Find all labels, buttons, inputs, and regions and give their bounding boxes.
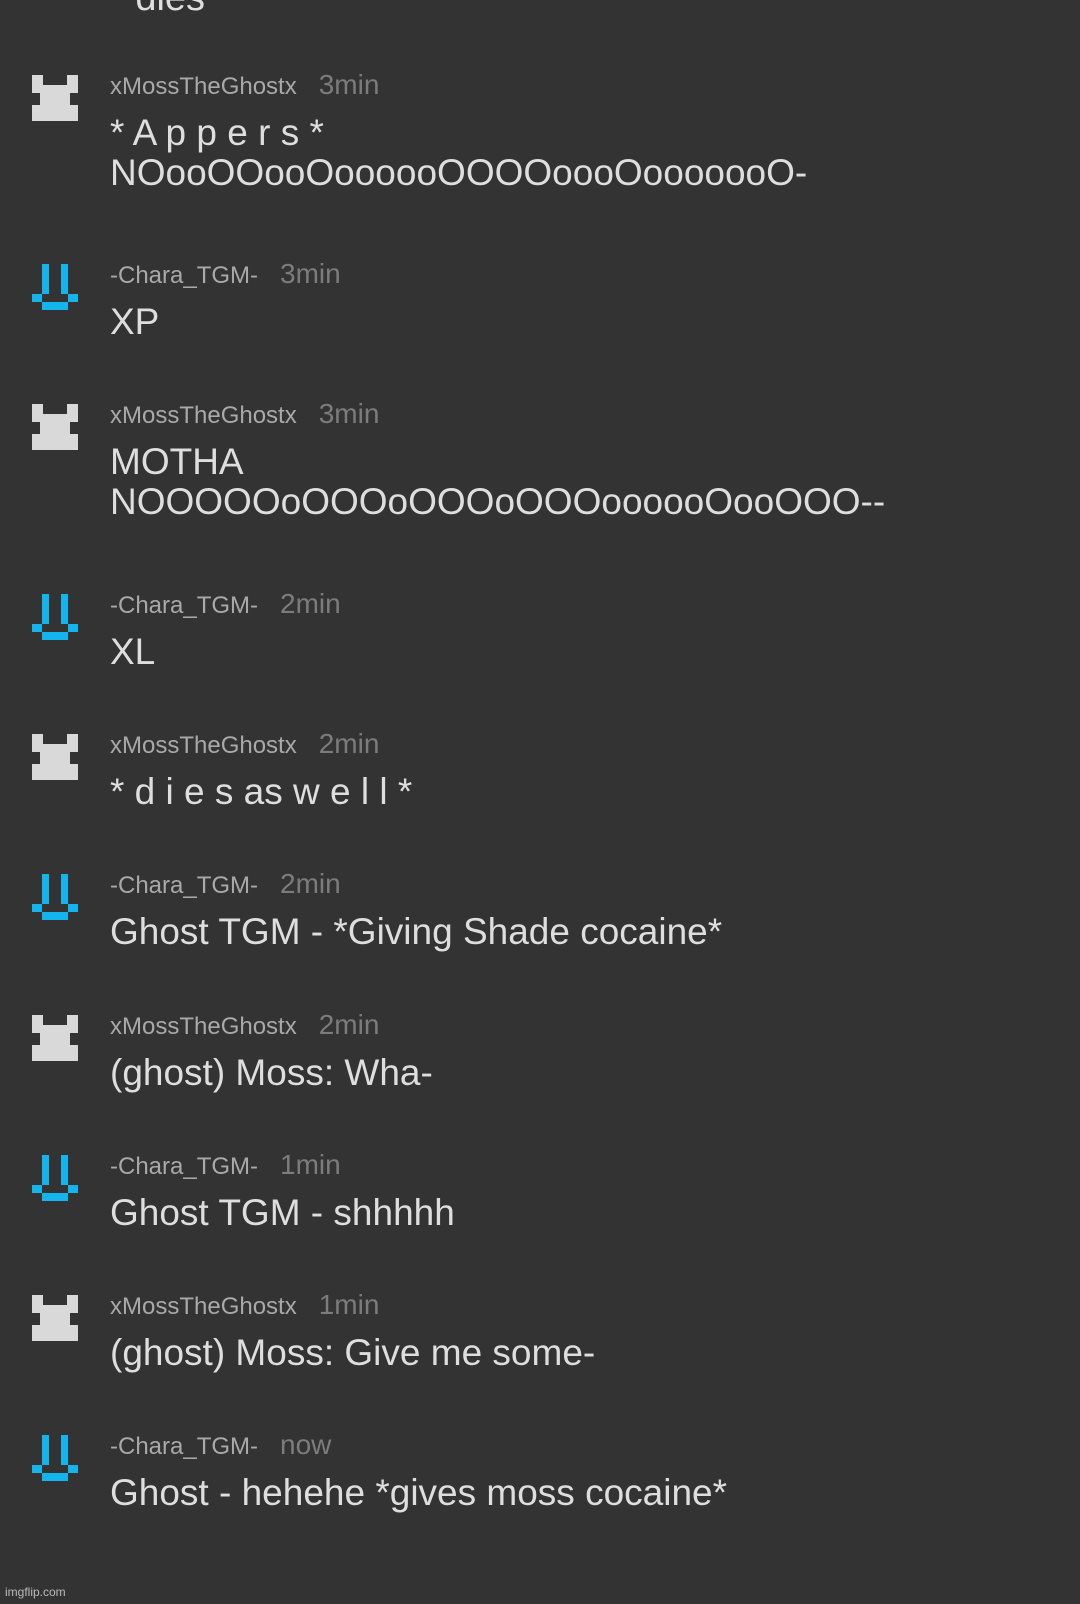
message-line: Ghost - hehehe *gives moss cocaine*	[110, 1472, 728, 1513]
message-text: XL	[110, 632, 155, 672]
username[interactable]: -Chara_TGM-	[110, 1433, 258, 1461]
chara-avatar-icon[interactable]	[32, 264, 78, 310]
username[interactable]: -Chara_TGM-	[110, 872, 258, 900]
username[interactable]: xMossTheGhostx	[110, 1293, 297, 1321]
previous-message-text: * dies *	[110, 0, 230, 20]
watermark: imgflip.com	[5, 1585, 66, 1599]
message-line: (ghost) Moss: Wha-	[110, 1052, 433, 1093]
timestamp: 3min	[318, 69, 380, 100]
chara-avatar-icon[interactable]	[32, 1435, 78, 1481]
username[interactable]: xMossTheGhostx	[110, 73, 297, 101]
chara-avatar-icon[interactable]	[32, 594, 78, 640]
timestamp: 2min	[280, 868, 341, 899]
message-line: (ghost) Moss: Give me some-	[110, 1332, 596, 1373]
timestamp: 2min	[318, 728, 380, 759]
username[interactable]: -Chara_TGM-	[110, 1153, 258, 1181]
chara-avatar-icon[interactable]	[32, 874, 78, 920]
timestamp: now	[280, 1429, 332, 1460]
timestamp: 3min	[280, 258, 341, 289]
timestamp: 1min	[318, 1289, 380, 1320]
message-line: * A p p e r s *	[110, 112, 324, 153]
message-line: NOooOOooOoooooOOOOoooOooooooO-	[110, 152, 808, 193]
message-text: (ghost) Moss: Give me some-	[110, 1333, 595, 1373]
timestamp: 1min	[280, 1149, 341, 1180]
username[interactable]: xMossTheGhostx	[110, 732, 297, 760]
username[interactable]: -Chara_TGM-	[110, 592, 258, 620]
username[interactable]: -Chara_TGM-	[110, 262, 258, 290]
moss-avatar-icon[interactable]	[32, 75, 78, 121]
message-text: MOTHA NOOOOOoOOOoOOOoOOOoooooOooOOO--	[110, 442, 885, 522]
message-line: * d i e s as w e l l *	[110, 771, 413, 812]
message-line: MOTHA	[110, 441, 244, 482]
message-text: XP	[110, 302, 159, 342]
moss-avatar-icon[interactable]	[32, 1015, 78, 1061]
message-text: Ghost TGM - shhhhh	[110, 1193, 455, 1233]
message-text: * d i e s as w e l l *	[110, 772, 412, 812]
username[interactable]: xMossTheGhostx	[110, 1013, 297, 1041]
timestamp: 2min	[280, 588, 341, 619]
message-line: NOOOOOoOOOoOOOoOOOoooooOooOOO--	[110, 481, 886, 522]
message-text: * A p p e r s * NOooOOooOoooooOOOOoooOoo…	[110, 113, 807, 193]
moss-avatar-icon[interactable]	[32, 404, 78, 450]
message-text: Ghost - hehehe *gives moss cocaine*	[110, 1473, 727, 1513]
message-line: XL	[110, 631, 156, 672]
moss-avatar-icon[interactable]	[32, 734, 78, 780]
username[interactable]: xMossTheGhostx	[110, 402, 297, 430]
timestamp: 2min	[318, 1009, 380, 1040]
timestamp: 3min	[318, 398, 380, 429]
message-text: (ghost) Moss: Wha-	[110, 1053, 433, 1093]
moss-avatar-icon[interactable]	[32, 1295, 78, 1341]
message-line: XP	[110, 301, 160, 342]
message-line: Ghost TGM - *Giving Shade cocaine*	[110, 911, 723, 952]
message-text: Ghost TGM - *Giving Shade cocaine*	[110, 912, 722, 952]
message-line: Ghost TGM - shhhhh	[110, 1192, 455, 1233]
chara-avatar-icon[interactable]	[32, 1155, 78, 1201]
